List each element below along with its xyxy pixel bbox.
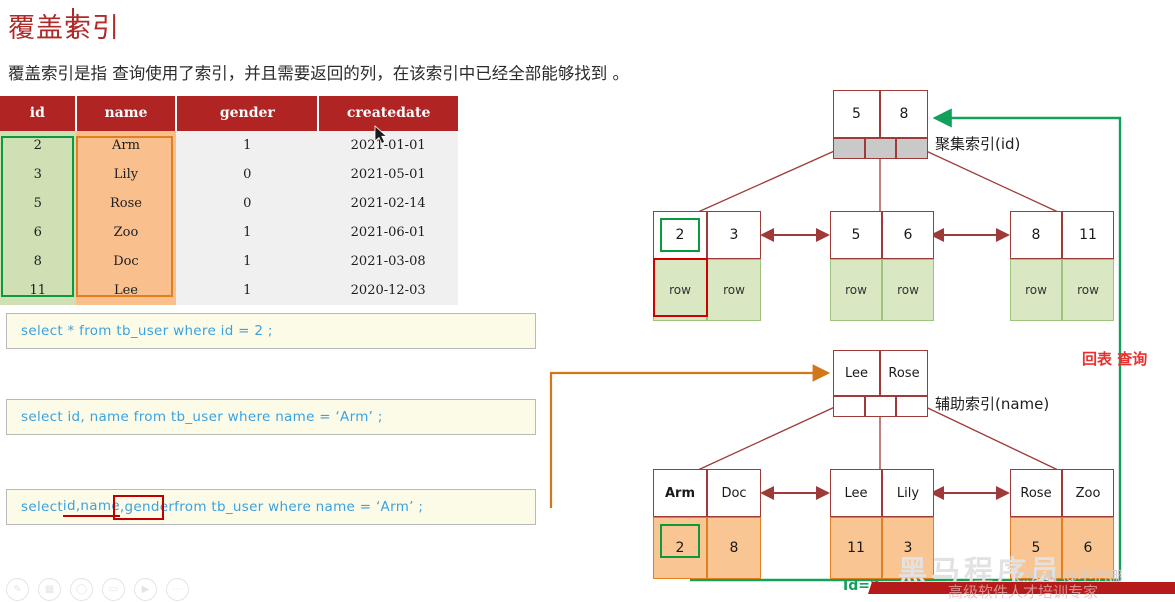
leaf-key-cell: Zoo [1062,469,1114,517]
leaf-row-cell: row [1010,259,1062,321]
leaf-key-cell: Lily [882,469,934,517]
secondary-index-label: 辅助索引(name) [935,395,1050,413]
cell-gender: 1 [176,218,319,247]
name-column-highlight [76,136,173,297]
cell-createdate: 2021-05-01 [318,160,458,189]
leaf-key-cell: 5 [830,211,882,259]
clustered-leaf-node-2: 5 6 row row [830,211,934,321]
root-pointer-cell [865,138,896,159]
column-header-gender: gender [176,96,320,131]
media-icon[interactable]: ▶ [134,578,157,601]
clustered-row-2-highlight [653,258,708,317]
circle-icon[interactable]: ◯ [70,578,93,601]
cell-gender: 0 [176,189,319,218]
root-pointer-cell [865,396,896,417]
sql-text-3d: from tb_user where name = ‘Arm’ ; [174,499,424,515]
cell-gender: 1 [176,247,319,276]
leaf-key-cell: 8 [1010,211,1062,259]
sql-text-1: select * from tb_user where id = 2 ; [21,323,273,339]
leaf-key-cell: 6 [882,211,934,259]
cell-createdate: 2021-03-08 [318,247,458,276]
root-key-cell: 5 [833,90,880,138]
pen-icon[interactable]: ✎ [6,578,29,601]
cell-createdate: 2021-02-14 [318,189,458,218]
cell-createdate: 2021-06-01 [318,218,458,247]
gender-column-highlight-box [113,495,164,520]
page-subtitle: 覆盖索引是指 查询使用了索引，并且需要返回的列，在该索引中已经全部能够找到 。 [8,64,629,83]
sql-text-2: select id, name from tb_user where name … [21,409,383,425]
table-header-row: id name gender createdate [0,96,458,131]
more-icon[interactable]: ⋯ [166,578,189,601]
rect-icon[interactable]: ▭ [102,578,125,601]
cell-gender: 1 [176,276,319,305]
root-pointer-cell [896,396,928,417]
sql-text-3a: select [21,499,63,515]
clustered-index-root-node: 5 8 [833,90,928,159]
sql-text-3b-covered-cols: id,name [62,498,120,517]
leaf-key-cell: 3 [707,211,761,259]
leaf-key-cell: Arm [653,469,707,517]
root-key-cell: Lee [833,350,880,396]
cell-createdate: 2020-12-03 [318,276,458,305]
leaf-row-cell: row [1062,259,1114,321]
sql-statement-3[interactable]: select id,name ,gender from tb_user where… [6,489,536,525]
leaf-row-cell: row [830,259,882,321]
cell-gender: 1 [176,131,319,160]
huibiao-query-label: 回表 查询 [1082,350,1148,368]
id-column-highlight [1,136,74,297]
clustered-index-label: 聚集索引(id) [935,135,1021,153]
sql-statement-2[interactable]: select id, name from tb_user where name … [6,399,536,435]
column-header-name: name [75,96,178,131]
leaf-key-cell: Lee [830,469,882,517]
leaf-key-cell: Doc [707,469,761,517]
leaf-key-cell: 11 [1062,211,1114,259]
leaf-pk-cell: 11 [830,517,882,579]
root-key-cell: 8 [880,90,928,138]
cell-gender: 0 [176,160,319,189]
clustered-key-2-highlight [660,218,700,252]
root-pointer-cell [833,396,865,417]
title-caret [72,8,74,38]
sql-statement-1[interactable]: select * from tb_user where id = 2 ; [6,313,536,349]
page-title: 覆盖索引 [8,13,120,44]
secondary-index-root-node: Lee Rose [833,350,928,417]
bottom-icon-strip: ✎ ▦ ◯ ▭ ▶ ⋯ [6,578,189,601]
leaf-row-cell: row [882,259,934,321]
leaf-pk-cell: 8 [707,517,761,579]
leaf-key-cell: Rose [1010,469,1062,517]
red-banner-text: 高级软件人才培训专家 [948,583,1099,601]
column-header-createdate: createdate [318,96,458,131]
root-key-cell: Rose [880,350,928,396]
root-pointer-cell [896,138,928,159]
secondary-pk-2-highlight [660,524,700,558]
grid-icon[interactable]: ▦ [38,578,61,601]
column-header-id: id [0,96,77,131]
cell-createdate: 2021-01-01 [318,131,458,160]
leaf-row-cell: row [707,259,761,321]
clustered-leaf-node-3: 8 11 row row [1010,211,1114,321]
root-pointer-cell [833,138,865,159]
